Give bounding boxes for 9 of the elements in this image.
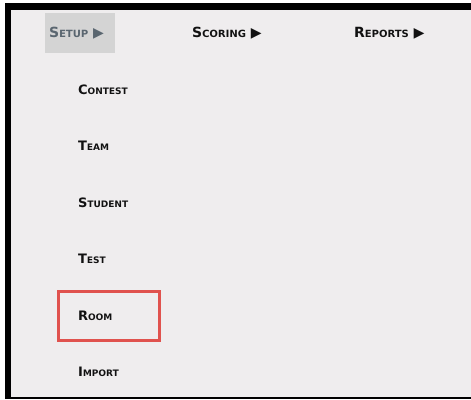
menu-item[interactable]: Reports ▶ bbox=[350, 13, 428, 53]
menu-item[interactable]: Setup ▶ bbox=[45, 13, 115, 53]
submenu-item[interactable]: Contest bbox=[57, 64, 161, 116]
menu-item[interactable]: Scoring ▶ bbox=[188, 13, 266, 53]
submenu-item[interactable]: Import bbox=[57, 346, 161, 398]
submenu-item[interactable]: Test bbox=[57, 234, 161, 286]
submenu-item[interactable]: Team bbox=[57, 120, 161, 172]
submenu-item[interactable]: Room bbox=[57, 290, 161, 342]
submenu-item[interactable]: Student bbox=[57, 177, 161, 229]
